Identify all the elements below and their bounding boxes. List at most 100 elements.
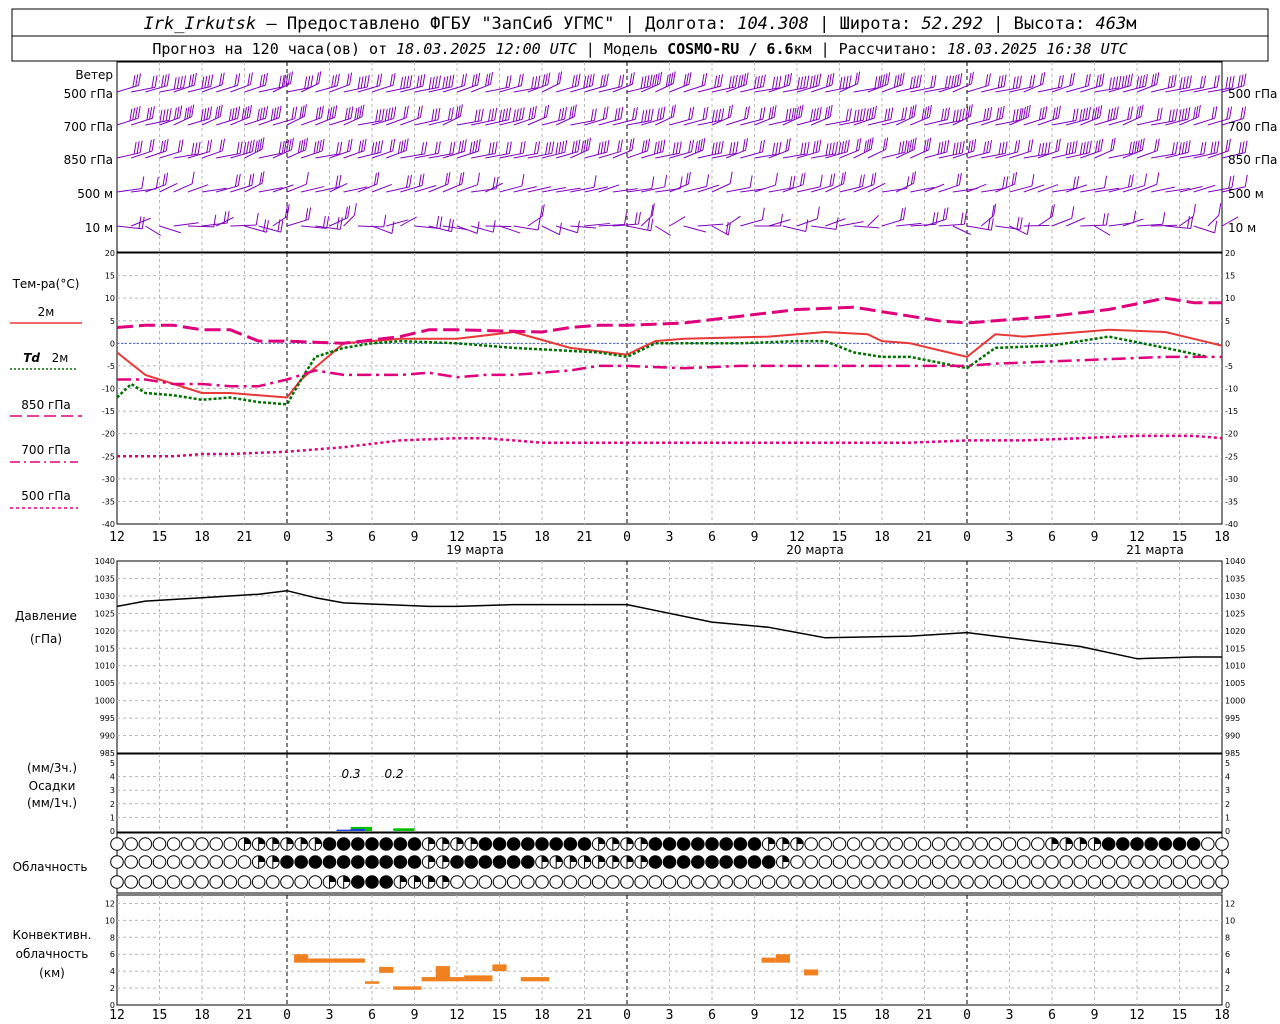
- wind-barb-feather: [800, 142, 804, 155]
- wind-barb-feather: [970, 139, 974, 153]
- cloud-symbol: [1158, 855, 1173, 869]
- wind-barb-feather: [1184, 107, 1188, 120]
- cloud-symbol: [181, 855, 195, 869]
- wind-barb: [230, 224, 257, 227]
- y-tick-label: -25: [102, 452, 115, 461]
- cloud-symbol-full: [394, 837, 407, 851]
- wind-barb-feather: [785, 139, 789, 152]
- wind-barb: [244, 182, 263, 193]
- wind-barb: [1080, 224, 1107, 227]
- wind-barb: [131, 86, 156, 93]
- y-tick-label-right: -25: [1225, 452, 1238, 461]
- wind-barb-feather: [1027, 104, 1031, 117]
- y-tick-label: -20: [102, 430, 115, 439]
- y-tick-label: 1025: [95, 609, 115, 618]
- cloud-symbol: [960, 875, 974, 889]
- wind-level-label: 500 м: [77, 187, 113, 201]
- temp-series-line: [116, 335, 1209, 406]
- wind-barb-feather: [162, 109, 166, 122]
- wind-barb-feather: [226, 210, 230, 224]
- y-tick-label-right: 1010: [1225, 662, 1245, 671]
- wind-barb-feather: [151, 106, 155, 119]
- wind-barb-feather: [868, 107, 872, 120]
- wind-barb-feather: [985, 74, 989, 87]
- cloud-symbol: [634, 875, 648, 889]
- wind-barb-feather: [574, 74, 578, 87]
- wind-barb-feather: [283, 140, 287, 154]
- wind-barb-feather: [206, 140, 210, 153]
- wind-barb-feather: [785, 109, 789, 122]
- wind-barb-feather: [705, 106, 709, 120]
- precip-annotation: 0.2: [384, 767, 403, 781]
- wind-barb-feather: [898, 141, 902, 154]
- wind-barb-feather: [632, 107, 636, 121]
- wind-barb-feather: [221, 72, 225, 85]
- wind-barb: [839, 83, 858, 93]
- wind-barb: [683, 225, 707, 233]
- cloud-symbol: [846, 855, 861, 869]
- wind-barb-feather: [477, 139, 481, 152]
- cloud-symbol-part: [612, 837, 620, 844]
- wind-barb: [116, 225, 143, 230]
- cloud-symbol: [1144, 855, 1158, 869]
- cloud-symbol: [946, 875, 960, 889]
- wind-barb-feather: [986, 107, 990, 121]
- wind-barb-feather: [1001, 106, 1005, 119]
- wind-barb: [754, 153, 780, 159]
- cloud-symbol-part: [612, 855, 620, 862]
- wind-barb-feather: [842, 76, 846, 89]
- wind-barb: [655, 225, 671, 236]
- wind-barb: [300, 82, 319, 93]
- wind-barb-feather: [855, 139, 859, 152]
- x-tick-label: 15: [492, 1008, 508, 1023]
- wind-barb-feather: [571, 105, 575, 118]
- wind-barb-feather: [308, 207, 312, 220]
- wind-barb: [471, 225, 494, 233]
- wind-barb: [867, 182, 886, 193]
- cloud-symbol-full: [323, 855, 336, 869]
- wind-barb-feather: [406, 75, 410, 88]
- wind-barb-feather: [1151, 74, 1155, 87]
- wind-barb-feather: [946, 139, 950, 153]
- wind-barb-feather: [300, 139, 304, 153]
- wind-barb-feather: [998, 106, 1002, 120]
- wind-barb-feather: [685, 73, 689, 86]
- wind-barb-feather: [376, 74, 380, 87]
- conv-title-1: Конвективн.: [13, 928, 92, 942]
- wind-barb-feather: [522, 141, 526, 154]
- wind-barb-feather: [884, 108, 888, 122]
- wind-barb-feather: [714, 75, 718, 88]
- cloud-symbol: [946, 837, 960, 851]
- wind-barb-feather: [1085, 141, 1089, 154]
- convective-cloud-bar: [775, 954, 790, 963]
- wind-barb-feather: [1216, 140, 1220, 153]
- wind-barb-feather: [873, 172, 877, 185]
- y-tick-label: 10: [105, 294, 115, 303]
- cloud-symbol: [1002, 855, 1017, 869]
- wind-barb-feather: [799, 173, 803, 186]
- wind-barb-feather: [280, 220, 284, 233]
- x-tick-label: 0: [623, 1008, 631, 1023]
- wind-barb-feather: [846, 139, 850, 152]
- x-tick-label: 18: [194, 530, 210, 545]
- cloud-symbol: [960, 855, 974, 869]
- wind-barb-feather: [494, 141, 498, 154]
- wind-barb-feather: [643, 75, 647, 89]
- wind-barb-feather: [996, 107, 1000, 120]
- wind-barb-feather: [419, 74, 423, 87]
- x-tick-label: 15: [1172, 1008, 1188, 1023]
- wind-barb: [1207, 215, 1220, 227]
- wind-barb-feather: [390, 107, 394, 120]
- cloud-symbol-full: [677, 855, 690, 869]
- wind-barb-feather: [434, 76, 438, 89]
- wind-barb-feather: [474, 73, 478, 86]
- wind-barb-feather: [882, 138, 886, 151]
- wind-barb-feather: [745, 138, 749, 151]
- wind-barb-feather: [148, 139, 152, 153]
- cloud-symbol: [832, 855, 847, 869]
- pressure-panel: 985 985 990 990 995 995 1000 1000 1005 1005 1010 10…: [95, 557, 1246, 758]
- wind-barb-feather: [915, 75, 919, 88]
- wind-barb-feather: [339, 217, 343, 230]
- wind-barb-feather: [861, 174, 865, 187]
- wind-barb-feather: [480, 108, 484, 121]
